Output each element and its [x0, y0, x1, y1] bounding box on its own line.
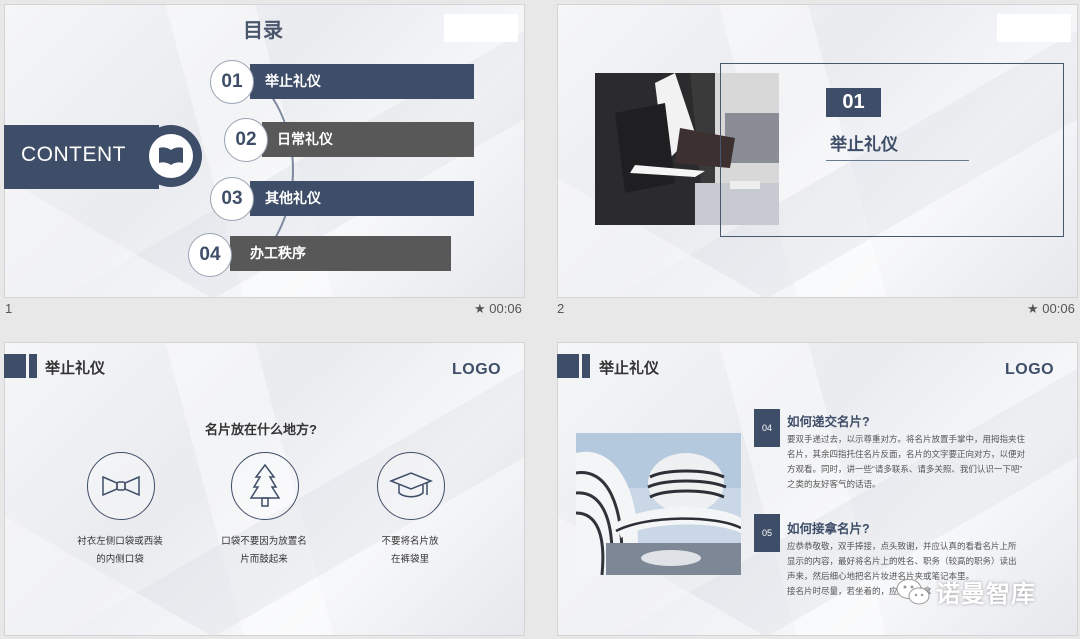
- slide-timing: ★ 00:06: [1027, 301, 1075, 317]
- bowtie-icon-circle: [87, 452, 155, 520]
- toc-item-label: 其他礼仪: [265, 190, 321, 206]
- section-number-badge: 04: [754, 409, 780, 447]
- watermark-text: 诺曼智库: [936, 581, 1036, 608]
- tree-icon: [249, 463, 281, 507]
- header-marker-thin: [582, 354, 590, 378]
- book-icon: [149, 134, 193, 178]
- watermark: 诺曼智库: [896, 574, 1036, 609]
- logo-text: LOGO: [1005, 361, 1055, 378]
- book-badge: [140, 125, 202, 187]
- placeholder-box: [444, 14, 518, 42]
- placeholder-box: [997, 14, 1071, 42]
- timing-value: 00:06: [489, 301, 522, 316]
- toc-item-3[interactable]: 其他礼仪: [250, 181, 474, 216]
- logo-text: LOGO: [452, 361, 502, 378]
- section-title: 如何递交名片?: [787, 415, 870, 429]
- bowtie-icon: [102, 475, 140, 497]
- body-line: 要双手递过去，以示尊重对方。将名片放置手掌中，用拇指夹住: [787, 434, 1026, 444]
- star-icon: ★: [474, 301, 486, 316]
- header-marker: [557, 354, 579, 378]
- toc-item-1[interactable]: 举止礼仪: [250, 64, 474, 99]
- section-number-badge: 05: [754, 514, 780, 552]
- caption-line: 片而鼓起来: [240, 554, 288, 565]
- caption-3: 不要将名片放 在裤袋里: [352, 533, 468, 569]
- toc-item-label: 举止礼仪: [265, 73, 321, 89]
- caption-2: 口袋不要因为放置名 片而鼓起来: [206, 533, 322, 569]
- section-title: 如何接拿名片?: [787, 522, 870, 536]
- slide-title: 目录: [243, 20, 283, 42]
- graduation-cap-icon-circle: [377, 452, 445, 520]
- wechat-icon: [896, 578, 930, 604]
- toc-number-2: 02: [224, 118, 268, 162]
- content-label: CONTENT: [21, 143, 126, 166]
- caption-line: 口袋不要因为放置名: [221, 536, 307, 547]
- body-line: 之类的友好客气的话语。: [787, 479, 881, 489]
- tree-icon-circle: [231, 452, 299, 520]
- caption-1: 衬衣左侧口袋或西装 的内侧口袋: [62, 533, 178, 569]
- toc-item-label: 办工秩序: [250, 245, 306, 261]
- section-body: 要双手递过去，以示尊重对方。将名片放置手掌中，用拇指夹住 名片，其余四指托住名片…: [787, 432, 1067, 492]
- toc-item-2[interactable]: 日常礼仪: [262, 122, 474, 157]
- toc-item-label: 日常礼仪: [277, 131, 333, 147]
- heading-underline: [826, 160, 969, 161]
- slide-number: 1: [5, 301, 13, 316]
- caption-line: 的内侧口袋: [96, 554, 144, 565]
- question-title: 名片放在什么地方?: [205, 422, 317, 437]
- header-marker-thin: [29, 354, 37, 378]
- slide-timing: ★ 00:06: [474, 301, 522, 317]
- caption-line: 不要将名片放: [381, 536, 439, 547]
- toc-item-4[interactable]: 办工秩序: [230, 236, 451, 271]
- body-line: 方观看。同时，讲一些“请多联系、请多关照、我们认识一下吧”: [787, 464, 1023, 474]
- section-badge: 01: [826, 88, 881, 117]
- caption-line: 衬衣左侧口袋或西装: [77, 536, 163, 547]
- star-icon: ★: [1027, 301, 1039, 316]
- caption-line: 在裤袋里: [390, 554, 429, 565]
- architecture-photo: [576, 433, 741, 575]
- body-line: 应恭恭敬敬，双手捧接，点头致谢，并应认真的看看名片上所: [787, 541, 1017, 551]
- timing-value: 00:06: [1042, 301, 1075, 316]
- slide-header: 举止礼仪: [45, 360, 106, 377]
- body-line: 名片，其余四指托住名片反面，名片的文字要正向对方，以便对: [787, 449, 1026, 459]
- toc-number-3: 03: [210, 177, 254, 221]
- slide-number: 2: [557, 301, 565, 316]
- toc-number-1: 01: [210, 60, 254, 104]
- section-heading: 举止礼仪: [830, 135, 898, 154]
- slide-header: 举止礼仪: [599, 360, 660, 377]
- toc-number-4: 04: [188, 233, 232, 277]
- body-line: 显示的内容，最好将名片上的姓名、职务（较高的职务）读出: [787, 556, 1017, 566]
- header-marker: [4, 354, 26, 378]
- graduation-cap-icon: [389, 472, 433, 498]
